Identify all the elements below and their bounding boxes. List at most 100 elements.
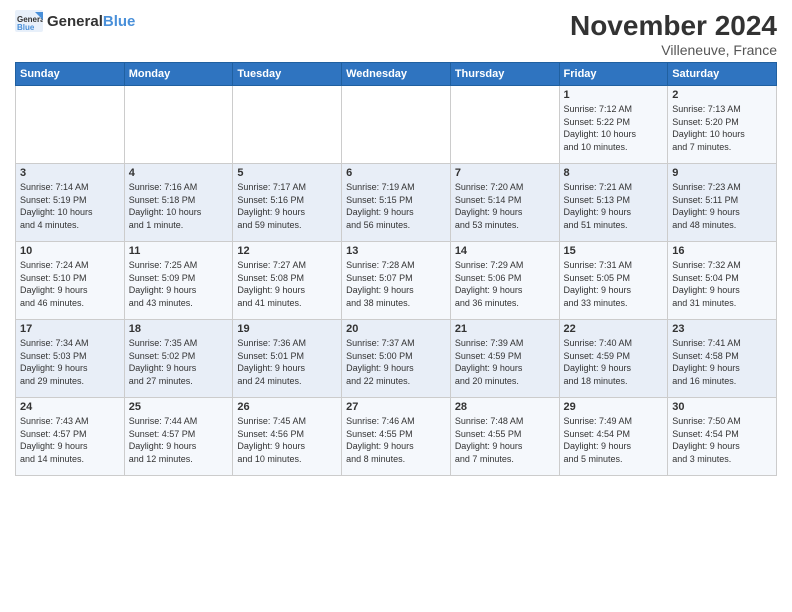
col-tuesday: Tuesday [233,63,342,86]
table-row: 7 Sunrise: 7:20 AM Sunset: 5:14 PM Daylig… [450,164,559,242]
table-row: 22Sunrise: 7:40 AM Sunset: 4:59 PM Dayli… [559,320,668,398]
day-number: 7 [455,167,555,179]
day-number: 30 [672,401,772,413]
day-info: Sunrise: 7:50 AM Sunset: 4:54 PM Dayligh… [672,415,772,465]
day-info: Sunrise: 7:34 AM Sunset: 5:03 PM Dayligh… [20,337,120,387]
calendar-header: Sunday Monday Tuesday Wednesday Thursday… [16,63,777,86]
col-wednesday: Wednesday [342,63,451,86]
table-row: 5 Sunrise: 7:17 AM Sunset: 5:16 PM Daylig… [233,164,342,242]
table-row: 10 Sunrise: 7:24 AM Sunset: 5:10 PM Dayli… [16,242,125,320]
calendar-week-5: 24 Sunrise: 7:43 AM Sunset: 4:57 PM Dayli… [16,398,777,476]
table-row: 8Sunrise: 7:21 AM Sunset: 5:13 PM Daylig… [559,164,668,242]
table-row [342,86,451,164]
col-saturday: Saturday [668,63,777,86]
day-info: Sunrise: 7:16 AM Sunset: 5:18 PM Dayligh… [129,181,229,231]
calendar-week-4: 17 Sunrise: 7:34 AM Sunset: 5:03 PM Dayli… [16,320,777,398]
location: Villeneuve, France [570,42,777,58]
day-info: Sunrise: 7:37 AM Sunset: 5:00 PM Dayligh… [346,337,446,387]
day-number: 10 [20,245,120,257]
day-info: Sunrise: 7:17 AM Sunset: 5:16 PM Dayligh… [237,181,337,231]
col-sunday: Sunday [16,63,125,86]
table-row: 20 Sunrise: 7:37 AM Sunset: 5:00 PM Dayli… [342,320,451,398]
calendar-table: Sunday Monday Tuesday Wednesday Thursday… [15,62,777,476]
day-number: 20 [346,323,446,335]
table-row [233,86,342,164]
logo: General Blue GeneralBlue [15,10,135,32]
col-thursday: Thursday [450,63,559,86]
table-row: 27 Sunrise: 7:46 AM Sunset: 4:55 PM Dayli… [342,398,451,476]
day-number: 5 [237,167,337,179]
day-info: Sunrise: 7:43 AM Sunset: 4:57 PM Dayligh… [20,415,120,465]
day-number: 29 [564,401,664,413]
table-row [450,86,559,164]
day-info: Sunrise: 7:32 AM Sunset: 5:04 PM Dayligh… [672,259,772,309]
day-info: Sunrise: 7:20 AM Sunset: 5:14 PM Dayligh… [455,181,555,231]
col-monday: Monday [124,63,233,86]
table-row: 1 Sunrise: 7:12 AM Sunset: 5:22 PM Daylig… [559,86,668,164]
table-row: 29Sunrise: 7:49 AM Sunset: 4:54 PM Dayli… [559,398,668,476]
day-number: 17 [20,323,120,335]
table-row: 30 Sunrise: 7:50 AM Sunset: 4:54 PM Dayli… [668,398,777,476]
logo-general: General [47,13,103,30]
day-info: Sunrise: 7:44 AM Sunset: 4:57 PM Dayligh… [129,415,229,465]
day-info: Sunrise: 7:29 AM Sunset: 5:06 PM Dayligh… [455,259,555,309]
day-number: 3 [20,167,120,179]
day-number: 12 [237,245,337,257]
day-info: Sunrise: 7:46 AM Sunset: 4:55 PM Dayligh… [346,415,446,465]
day-number: 18 [129,323,229,335]
table-row: 19 Sunrise: 7:36 AM Sunset: 5:01 PM Dayli… [233,320,342,398]
day-info: Sunrise: 7:35 AM Sunset: 5:02 PM Dayligh… [129,337,229,387]
main-container: General Blue GeneralBlue November 2024 V… [0,0,792,486]
day-number: 8 [564,167,664,179]
day-number: 2 [672,89,772,101]
table-row: 18 Sunrise: 7:35 AM Sunset: 5:02 PM Dayli… [124,320,233,398]
day-number: 24 [20,401,120,413]
col-friday: Friday [559,63,668,86]
day-info: Sunrise: 7:12 AM Sunset: 5:22 PM Dayligh… [564,103,664,153]
day-info: Sunrise: 7:27 AM Sunset: 5:08 PM Dayligh… [237,259,337,309]
day-info: Sunrise: 7:13 AM Sunset: 5:20 PM Dayligh… [672,103,772,153]
table-row: 3 Sunrise: 7:14 AM Sunset: 5:19 PM Daylig… [16,164,125,242]
table-row: 6Sunrise: 7:19 AM Sunset: 5:15 PM Daylig… [342,164,451,242]
table-row [124,86,233,164]
logo-text: GeneralBlue [47,13,135,30]
day-number: 26 [237,401,337,413]
month-title: November 2024 [570,10,777,42]
logo-blue: Blue [103,13,136,30]
day-info: Sunrise: 7:31 AM Sunset: 5:05 PM Dayligh… [564,259,664,309]
day-number: 25 [129,401,229,413]
calendar-body: 1 Sunrise: 7:12 AM Sunset: 5:22 PM Daylig… [16,86,777,476]
day-number: 19 [237,323,337,335]
day-info: Sunrise: 7:48 AM Sunset: 4:55 PM Dayligh… [455,415,555,465]
day-number: 22 [564,323,664,335]
table-row: 17 Sunrise: 7:34 AM Sunset: 5:03 PM Dayli… [16,320,125,398]
day-info: Sunrise: 7:24 AM Sunset: 5:10 PM Dayligh… [20,259,120,309]
calendar-week-1: 1 Sunrise: 7:12 AM Sunset: 5:22 PM Daylig… [16,86,777,164]
day-number: 1 [564,89,664,101]
day-number: 27 [346,401,446,413]
table-row: 26 Sunrise: 7:45 AM Sunset: 4:56 PM Dayli… [233,398,342,476]
day-info: Sunrise: 7:23 AM Sunset: 5:11 PM Dayligh… [672,181,772,231]
table-row: 21Sunrise: 7:39 AM Sunset: 4:59 PM Dayli… [450,320,559,398]
table-row: 12 Sunrise: 7:27 AM Sunset: 5:08 PM Dayli… [233,242,342,320]
day-info: Sunrise: 7:19 AM Sunset: 5:15 PM Dayligh… [346,181,446,231]
day-info: Sunrise: 7:36 AM Sunset: 5:01 PM Dayligh… [237,337,337,387]
title-block: November 2024 Villeneuve, France [570,10,777,58]
day-info: Sunrise: 7:39 AM Sunset: 4:59 PM Dayligh… [455,337,555,387]
day-number: 4 [129,167,229,179]
table-row: 23Sunrise: 7:41 AM Sunset: 4:58 PM Dayli… [668,320,777,398]
table-row: 11Sunrise: 7:25 AM Sunset: 5:09 PM Dayli… [124,242,233,320]
day-number: 28 [455,401,555,413]
table-row: 24 Sunrise: 7:43 AM Sunset: 4:57 PM Dayli… [16,398,125,476]
day-number: 14 [455,245,555,257]
day-number: 13 [346,245,446,257]
day-info: Sunrise: 7:45 AM Sunset: 4:56 PM Dayligh… [237,415,337,465]
header-row-days: Sunday Monday Tuesday Wednesday Thursday… [16,63,777,86]
day-number: 15 [564,245,664,257]
day-number: 9 [672,167,772,179]
table-row: 9 Sunrise: 7:23 AM Sunset: 5:11 PM Daylig… [668,164,777,242]
day-number: 16 [672,245,772,257]
day-info: Sunrise: 7:14 AM Sunset: 5:19 PM Dayligh… [20,181,120,231]
table-row [16,86,125,164]
day-info: Sunrise: 7:25 AM Sunset: 5:09 PM Dayligh… [129,259,229,309]
